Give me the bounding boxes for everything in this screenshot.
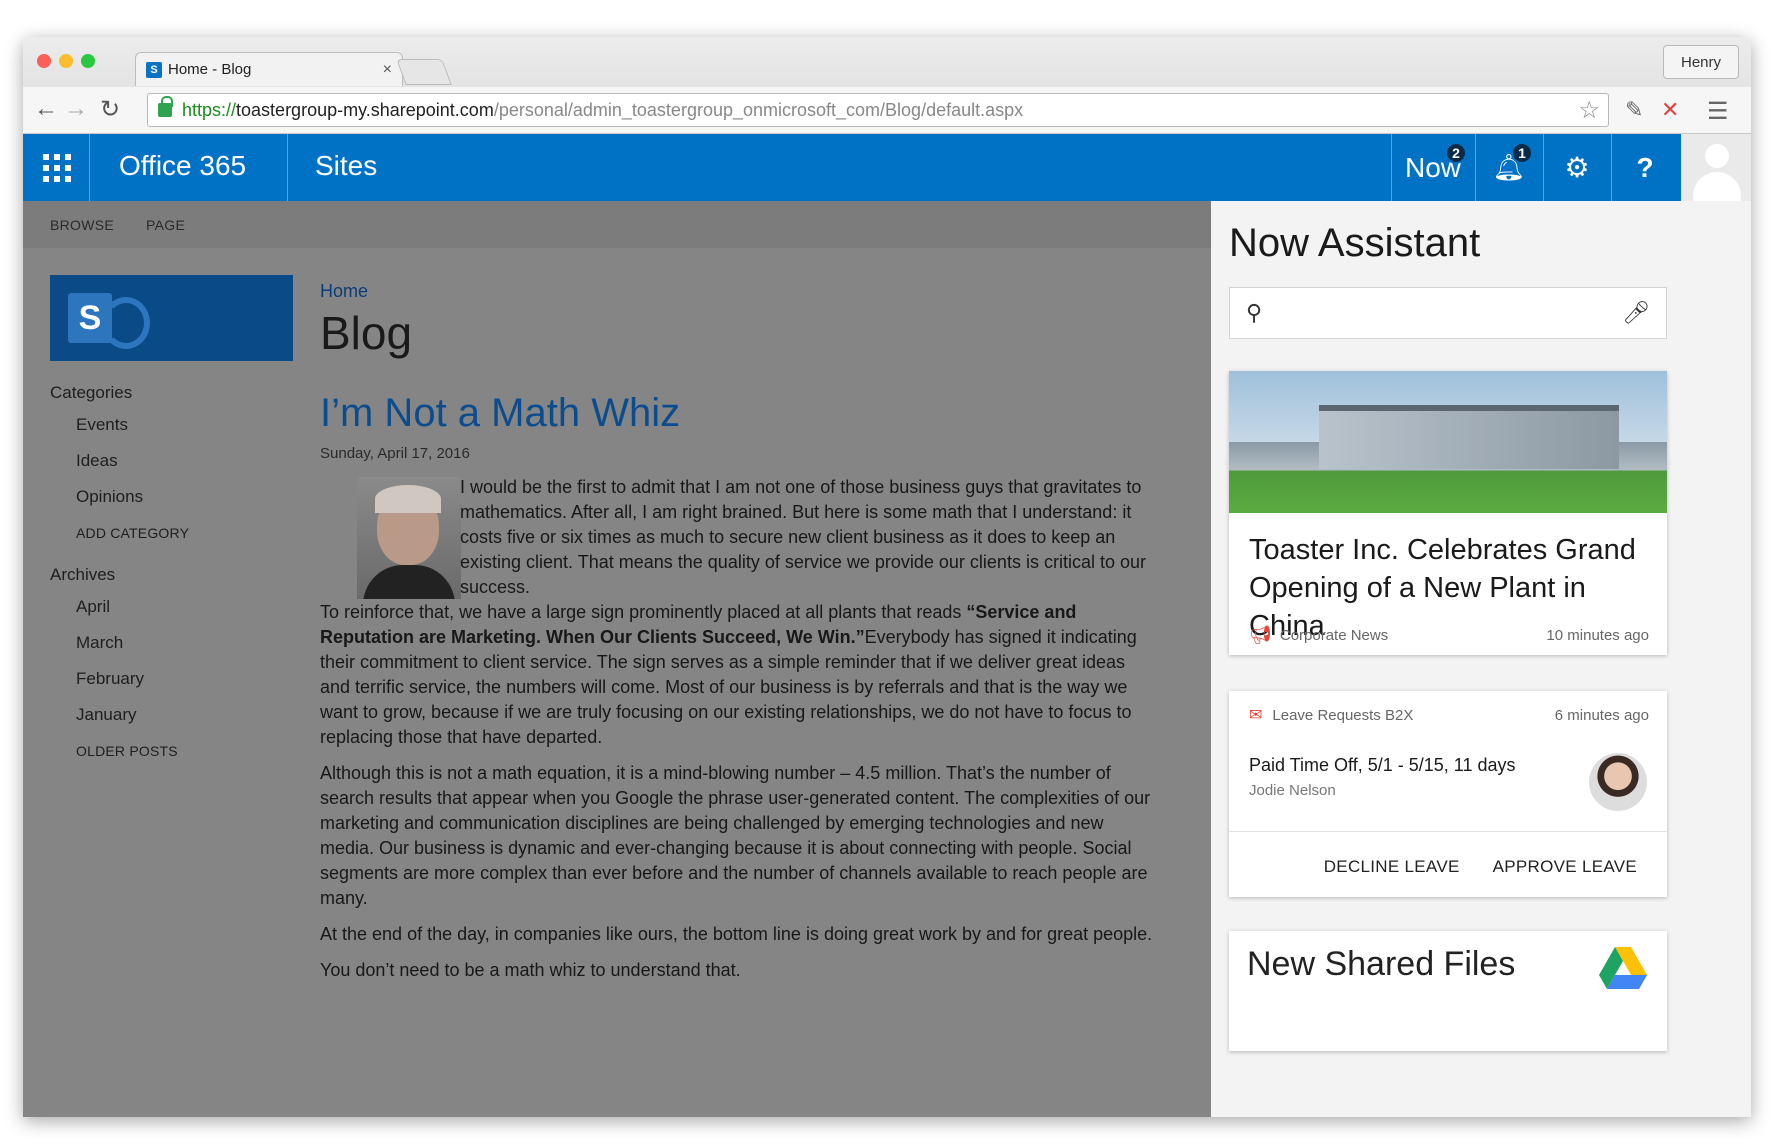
decline-leave-button[interactable]: DECLINE LEAVE <box>1324 857 1460 876</box>
category-link[interactable]: Opinions <box>76 483 189 519</box>
archives-heading: Archives <box>50 565 116 584</box>
zoom-window-button[interactable] <box>81 54 95 68</box>
browser-tab[interactable]: S Home - Blog × <box>135 52 403 86</box>
tab-title: Home - Blog <box>168 61 252 78</box>
notifications-button[interactable]: 🔔︎ 1 <box>1475 134 1543 201</box>
extension-tool-icon[interactable]: ✎ <box>1625 97 1643 123</box>
older-posts-link[interactable]: OLDER POSTS <box>76 737 189 769</box>
breadcrumb-home[interactable]: Home <box>320 281 368 302</box>
left-navigation: Categories Events Ideas Opinions ADD CAT… <box>50 383 189 769</box>
lock-icon <box>158 96 173 117</box>
post-date: Sunday, April 17, 2016 <box>320 445 470 462</box>
address-bar[interactable]: https:// toastergroup-my.sharepoint.com … <box>147 93 1609 127</box>
url-path: /personal/admin_toastergroup_onmicrosoft… <box>493 99 1024 120</box>
megaphone-icon: 📢︎ <box>1249 625 1272 645</box>
categories-heading: Categories <box>50 383 133 402</box>
bookmark-star-icon[interactable]: ☆ <box>1578 96 1600 125</box>
post-paragraph: At the end of the day, in companies like… <box>320 924 1153 944</box>
browser-window: S Home - Blog × Henry ← → ↻ https:// toa… <box>23 37 1751 1117</box>
archive-link[interactable]: February <box>76 665 189 701</box>
now-assistant-panel: Now Assistant ⚲ 🎤︎ Toaster Inc. Celebrat… <box>1211 201 1751 1117</box>
archive-link[interactable]: March <box>76 629 189 665</box>
news-image <box>1229 371 1667 513</box>
shared-files-title: New Shared Files <box>1247 945 1516 983</box>
panel-title: Now Assistant <box>1229 221 1481 265</box>
now-badge: 2 <box>1445 142 1467 164</box>
archive-link[interactable]: April <box>76 593 189 629</box>
tab-close-icon[interactable]: × <box>383 61 392 79</box>
profile-button[interactable]: Henry <box>1663 45 1739 79</box>
close-window-button[interactable] <box>37 54 51 68</box>
approve-leave-button[interactable]: APPROVE LEAVE <box>1493 857 1637 876</box>
leave-request-card: ✉ Leave Requests B2X 6 minutes ago Paid … <box>1229 691 1667 897</box>
post-paragraph: To reinforce that, we have a large sign … <box>320 602 967 622</box>
post-paragraph: I would be the first to admit that I am … <box>460 477 1146 597</box>
page-title: Blog <box>320 307 413 359</box>
new-tab-button[interactable] <box>396 59 452 85</box>
post-paragraph: Although this is not a math equation, it… <box>320 763 1151 908</box>
leave-title: Paid Time Off, 5/1 - 5/15, 11 days <box>1249 755 1516 775</box>
post-title[interactable]: I’m Not a Math Whiz <box>320 391 680 436</box>
avatar <box>1589 753 1647 811</box>
add-category-link[interactable]: ADD CATEGORY <box>76 519 189 551</box>
category-link[interactable]: Ideas <box>76 447 189 483</box>
sharepoint-logo[interactable]: S <box>50 275 293 361</box>
now-button[interactable]: Now 2 <box>1391 134 1475 201</box>
settings-gear-icon[interactable]: ⚙ <box>1543 134 1611 201</box>
category-link[interactable]: Events <box>76 411 189 447</box>
reload-icon[interactable]: ↻ <box>95 95 125 124</box>
leave-source: Leave Requests B2X <box>1272 706 1414 724</box>
sharepoint-page: BROWSE PAGE S Categories Events Ideas Op… <box>23 201 1211 1117</box>
ribbon-tabs: BROWSE PAGE <box>23 201 1211 248</box>
forward-arrow-icon[interactable]: → <box>61 95 91 123</box>
post-body: I would be the first to admit that I am … <box>320 475 1160 994</box>
minimize-window-button[interactable] <box>59 54 73 68</box>
shared-files-card[interactable]: New Shared Files <box>1229 931 1667 1051</box>
ribbon-tab-browse[interactable]: BROWSE <box>50 217 114 233</box>
notifications-badge: 1 <box>1511 142 1533 164</box>
app-launcher-icon[interactable] <box>43 154 71 182</box>
url-host: toastergroup-my.sharepoint.com <box>236 99 494 120</box>
inbox-icon: ✉ <box>1249 707 1263 724</box>
office365-suite-bar: Office 365 Sites Now 2 🔔︎ 1 ⚙ ? <box>23 134 1751 202</box>
assistant-search-input[interactable]: ⚲ 🎤︎ <box>1229 287 1667 339</box>
leave-time: 6 minutes ago <box>1554 706 1649 724</box>
extension-close-icon[interactable]: ✕ <box>1661 97 1679 123</box>
news-time: 10 minutes ago <box>1546 627 1649 644</box>
archive-link[interactable]: January <box>76 701 189 737</box>
leave-person: Jodie Nelson <box>1249 782 1336 799</box>
help-button[interactable]: ? <box>1611 134 1679 201</box>
microphone-icon[interactable]: 🎤︎ <box>1622 300 1650 326</box>
back-arrow-icon[interactable]: ← <box>31 95 61 123</box>
post-paragraph: You don’t need to be a math whiz to unde… <box>320 960 741 980</box>
ribbon-tab-page[interactable]: PAGE <box>146 217 185 233</box>
user-avatar[interactable] <box>1681 134 1751 202</box>
google-drive-icon <box>1599 947 1647 989</box>
news-source: Corporate News <box>1279 627 1389 644</box>
news-card[interactable]: Toaster Inc. Celebrates Grand Opening of… <box>1229 371 1667 655</box>
sharepoint-favicon-icon: S <box>146 61 162 78</box>
menu-hamburger-icon[interactable]: ☰ <box>1707 97 1729 126</box>
suite-section-sites[interactable]: Sites <box>315 150 377 182</box>
browser-toolbar: ← → ↻ https:// toastergroup-my.sharepoin… <box>23 87 1751 134</box>
suite-brand[interactable]: Office 365 <box>119 150 246 182</box>
browser-chrome: S Home - Blog × Henry ← → ↻ https:// toa… <box>23 37 1751 134</box>
search-icon: ⚲ <box>1246 300 1263 325</box>
url-scheme: https:// <box>182 99 237 120</box>
